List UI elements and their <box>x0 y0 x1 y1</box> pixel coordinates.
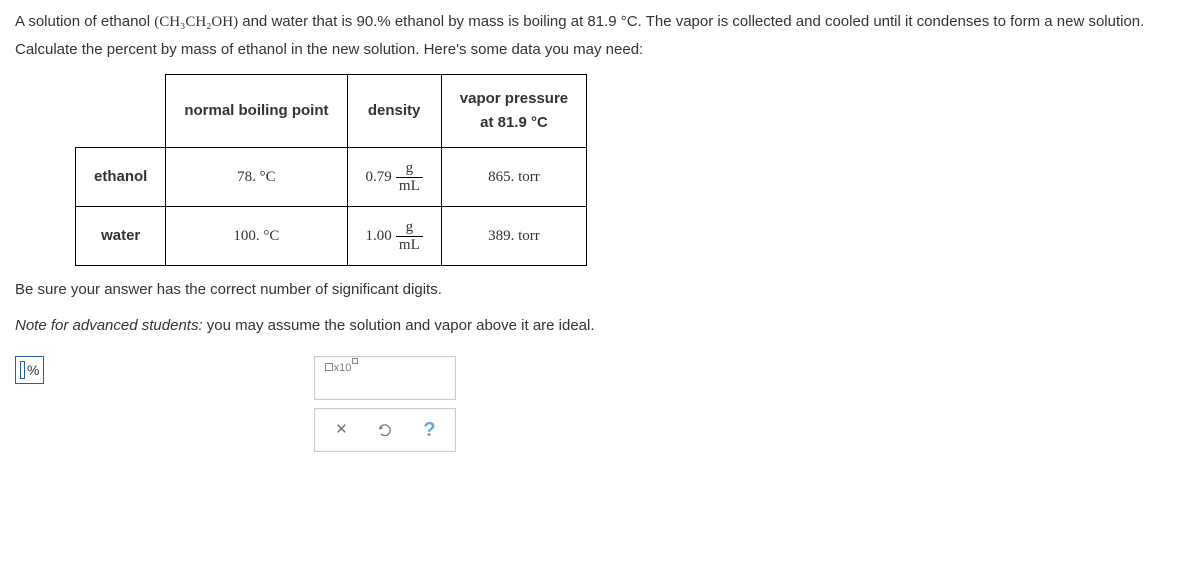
ethanol-density: 0.79 g mL <box>347 148 441 207</box>
problem-line1-pre: A solution of ethanol <box>15 13 154 30</box>
answer-input[interactable]: % <box>15 356 44 384</box>
density-unit-frac: g mL <box>396 160 423 194</box>
unit-g: g <box>396 219 423 237</box>
advanced-note: Note for advanced students: you may assu… <box>15 314 1185 338</box>
water-density: 1.00 g mL <box>347 207 441 266</box>
density-unit-frac: g mL <box>396 219 423 253</box>
ethanol-bp: 78. °C <box>166 148 347 207</box>
toolbox-row-2: ? <box>314 408 456 452</box>
sci-base-label: x10 <box>334 363 352 374</box>
row-label-water: water <box>76 207 166 266</box>
table-row: water 100. °C 1.00 g mL 389. torr <box>76 207 587 266</box>
advanced-note-prefix: Note for advanced students: <box>15 317 203 334</box>
unit-ml: mL <box>396 178 423 195</box>
problem-statement: A solution of ethanol (CH₃CH₂OH) and wat… <box>15 10 1185 62</box>
clear-button[interactable] <box>323 415 359 445</box>
data-table: normal boiling point density vapor press… <box>75 74 587 266</box>
unit-ml: mL <box>396 237 423 254</box>
unit-g: g <box>396 160 423 178</box>
table-corner <box>76 75 166 148</box>
header-vp-a: vapor pressure <box>460 90 568 107</box>
problem-line2: Calculate the percent by mass of ethanol… <box>15 38 1185 62</box>
header-boiling-point: normal boiling point <box>166 75 347 148</box>
water-bp: 100. °C <box>166 207 347 266</box>
sci-mantissa-icon <box>325 363 333 371</box>
answer-toolbox: x10 ? <box>314 356 456 452</box>
table-row: ethanol 78. °C 0.79 g mL 865. torr <box>76 148 587 207</box>
scientific-notation-button[interactable]: x10 <box>323 363 359 393</box>
problem-line1-post: and water that is 90.% ethanol by mass i… <box>238 13 1144 30</box>
answer-cursor-icon <box>20 361 25 379</box>
help-button[interactable]: ? <box>411 415 447 445</box>
toolbox-row-1: x10 <box>314 356 456 400</box>
ethanol-formula: (CH₃CH₂OH) <box>154 14 238 30</box>
advanced-note-body: you may assume the solution and vapor ab… <box>203 317 595 334</box>
header-vapor-pressure: vapor pressure at 81.9 °C <box>441 75 586 148</box>
sigfig-note: Be sure your answer has the correct numb… <box>15 278 1185 302</box>
header-vp-b: at 81.9 °C <box>480 114 548 131</box>
header-density: density <box>347 75 441 148</box>
undo-button[interactable] <box>367 415 403 445</box>
water-vp: 389. torr <box>441 207 586 266</box>
sci-exp-icon <box>352 358 358 366</box>
row-label-ethanol: ethanol <box>76 148 166 207</box>
undo-icon <box>377 422 393 438</box>
ethanol-vp: 865. torr <box>441 148 586 207</box>
header-bp-text: normal boiling point <box>184 102 328 119</box>
water-density-num: 1.00 <box>366 228 392 244</box>
ethanol-density-num: 0.79 <box>366 169 392 185</box>
answer-unit: % <box>27 359 39 381</box>
